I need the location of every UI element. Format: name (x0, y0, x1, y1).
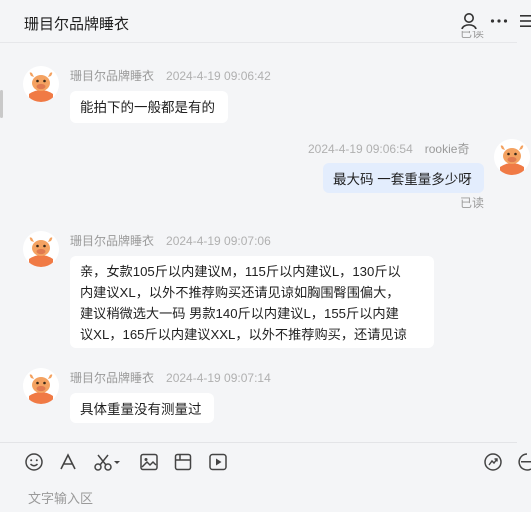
scrollbar[interactable] (0, 90, 3, 118)
more-icon[interactable] (489, 11, 509, 31)
message-bubble: 亲，女款105斤以内建议M，115斤以内建议L，130斤以 内建议XL，以外不推… (70, 256, 434, 348)
avatar[interactable] (494, 139, 530, 175)
chat-icon[interactable] (517, 452, 531, 472)
message-line: 内建议XL，以外不推荐购买还请见谅如胸围臀围偏大， (80, 285, 400, 300)
cow-avatar-icon (23, 66, 59, 102)
message-line: 亲，女款105斤以内建议M，115斤以内建议L，130斤以 (80, 264, 401, 279)
sender-name: 珊目尔品牌睡衣 (70, 371, 155, 385)
input-divider (0, 442, 517, 443)
message-time: 2024-4-19 09:06:42 (166, 69, 271, 83)
video-icon[interactable] (208, 452, 228, 472)
message-bubble: 能拍下的一般都是有的 (70, 91, 228, 123)
sender-name: 珊目尔品牌睡衣 (70, 234, 155, 248)
read-status-partial: 已读 (460, 31, 485, 40)
file-icon[interactable] (173, 452, 193, 472)
user-icon[interactable] (459, 11, 479, 31)
message-time: 2024-4-19 09:06:54 (308, 142, 413, 156)
message-bubble: 最大码 一套重量多少呀 (323, 163, 484, 193)
message-time: 2024-4-19 09:07:14 (166, 371, 271, 385)
message-line: 建议稍微选大一码 男款140斤以内建议L，155斤以内建 (80, 306, 399, 321)
avatar[interactable] (23, 368, 59, 404)
cow-avatar-icon (23, 368, 59, 404)
cow-avatar-icon (494, 139, 530, 175)
message-input[interactable]: 文字输入区 (28, 488, 93, 507)
quick-reply-icon[interactable] (483, 452, 503, 472)
message-line: 议XL，165斤以内建议XXL，以外不推荐购买，还请见谅 (80, 327, 407, 342)
message-bubble: 具体重量没有测量过 (70, 393, 214, 423)
menu-icon[interactable] (519, 11, 531, 31)
chat-header: 珊目尔品牌睡衣 (0, 0, 531, 42)
avatar[interactable] (23, 231, 59, 267)
chat-title: 珊目尔品牌睡衣 (24, 16, 130, 33)
font-icon[interactable] (58, 452, 78, 472)
sender-name: rookie奇 (424, 142, 470, 156)
sender-name: 珊目尔品牌睡衣 (70, 69, 155, 83)
message-time: 2024-4-19 09:07:06 (166, 234, 271, 248)
image-icon[interactable] (139, 452, 159, 472)
cow-avatar-icon (23, 231, 59, 267)
read-status: 已读 (460, 196, 485, 210)
avatar[interactable] (23, 66, 59, 102)
scissors-icon[interactable] (93, 452, 121, 472)
header-divider (0, 42, 517, 43)
emoji-icon[interactable] (24, 452, 44, 472)
